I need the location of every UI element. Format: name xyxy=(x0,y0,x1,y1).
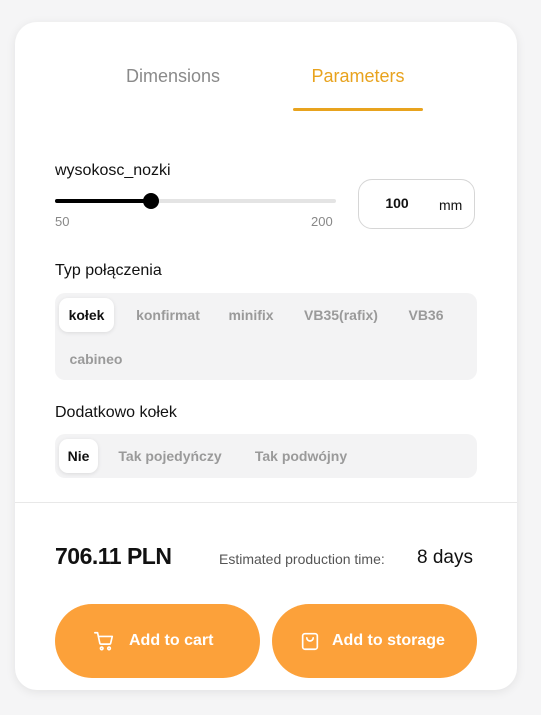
cart-icon xyxy=(94,631,114,651)
height-slider-max: 200 xyxy=(311,214,333,229)
option-cabineo[interactable]: cabineo xyxy=(59,342,133,376)
option-vb36[interactable]: VB36 xyxy=(398,298,454,332)
option-tak-podwojny[interactable]: Tak podwójny xyxy=(245,439,357,473)
configurator-card: Dimensions Parameters wysokosc_nozki 50 … xyxy=(15,22,517,690)
connection-type-selector: kołek konfirmat minifix VB35(rafix) VB36… xyxy=(55,293,477,380)
height-unit: mm xyxy=(439,197,463,213)
option-konfirmat[interactable]: konfirmat xyxy=(123,298,213,332)
section-divider xyxy=(15,502,517,503)
production-time-label: Estimated production time: xyxy=(219,551,385,567)
height-value-input[interactable] xyxy=(377,195,417,211)
option-tak-pojedynczy[interactable]: Tak pojedyńczy xyxy=(109,439,231,473)
height-value-box: mm xyxy=(358,179,475,229)
tab-dimensions[interactable]: Dimensions xyxy=(93,66,253,112)
add-to-cart-label: Add to cart xyxy=(129,632,214,649)
connection-type-label: Typ połączenia xyxy=(55,262,162,279)
height-slider-thumb[interactable] xyxy=(143,193,159,209)
height-slider-fill xyxy=(55,199,151,203)
shopping-bag-icon xyxy=(301,632,319,651)
option-kolek[interactable]: kołek xyxy=(59,298,114,332)
tab-parameters[interactable]: Parameters xyxy=(293,66,423,112)
height-param-label: wysokosc_nozki xyxy=(55,162,171,179)
option-nie[interactable]: Nie xyxy=(59,439,98,473)
add-to-cart-button[interactable]: Add to cart xyxy=(55,604,260,678)
production-time-value: 8 days xyxy=(417,547,473,568)
total-price: 706.11 PLN xyxy=(55,543,172,569)
option-minifix[interactable]: minifix xyxy=(219,298,283,332)
active-tab-indicator xyxy=(293,108,423,111)
option-vb35-rafix[interactable]: VB35(rafix) xyxy=(293,298,389,332)
height-slider-min: 50 xyxy=(55,214,70,229)
add-to-storage-button[interactable]: Add to storage xyxy=(272,604,477,678)
extra-dowel-label: Dodatkowo kołek xyxy=(55,404,177,421)
extra-dowel-selector: Nie Tak pojedyńczy Tak podwójny xyxy=(55,434,477,478)
tab-bar: Dimensions Parameters xyxy=(15,22,517,112)
add-to-storage-label: Add to storage xyxy=(332,632,445,649)
